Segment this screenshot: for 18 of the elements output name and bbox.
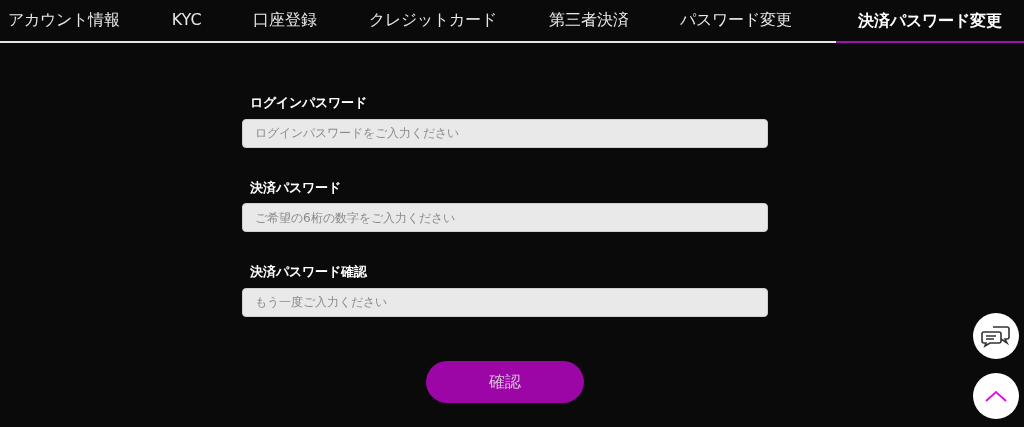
tab[interactable]: KYC: [163, 0, 210, 41]
chevron-up-icon: [985, 390, 1007, 402]
input-field[interactable]: もう一度ご入力ください: [242, 287, 768, 317]
scroll-top-button[interactable]: [973, 373, 1019, 419]
tab[interactable]: パスワード変更: [672, 0, 801, 41]
confirm-button[interactable]: 確認: [426, 360, 584, 403]
tab[interactable]: アカウント情報: [0, 0, 128, 41]
tab[interactable]: 口座登録: [245, 0, 326, 41]
field-label: ログインパスワード: [250, 94, 368, 112]
tab[interactable]: クレジットカード: [360, 0, 505, 41]
input-field[interactable]: ログインパスワードをご入力ください: [242, 118, 768, 148]
tab[interactable]: 決済パスワード変更: [835, 0, 1024, 43]
chat-icon: [981, 324, 1011, 348]
field-label: 決済パスワード確認: [250, 263, 368, 281]
field-label: 決済パスワード: [250, 178, 342, 197]
chat-button[interactable]: [973, 313, 1019, 359]
tab[interactable]: 第三者決済: [540, 0, 637, 41]
input-field[interactable]: ご希望の6桁の数字をご入力ください: [242, 203, 768, 232]
